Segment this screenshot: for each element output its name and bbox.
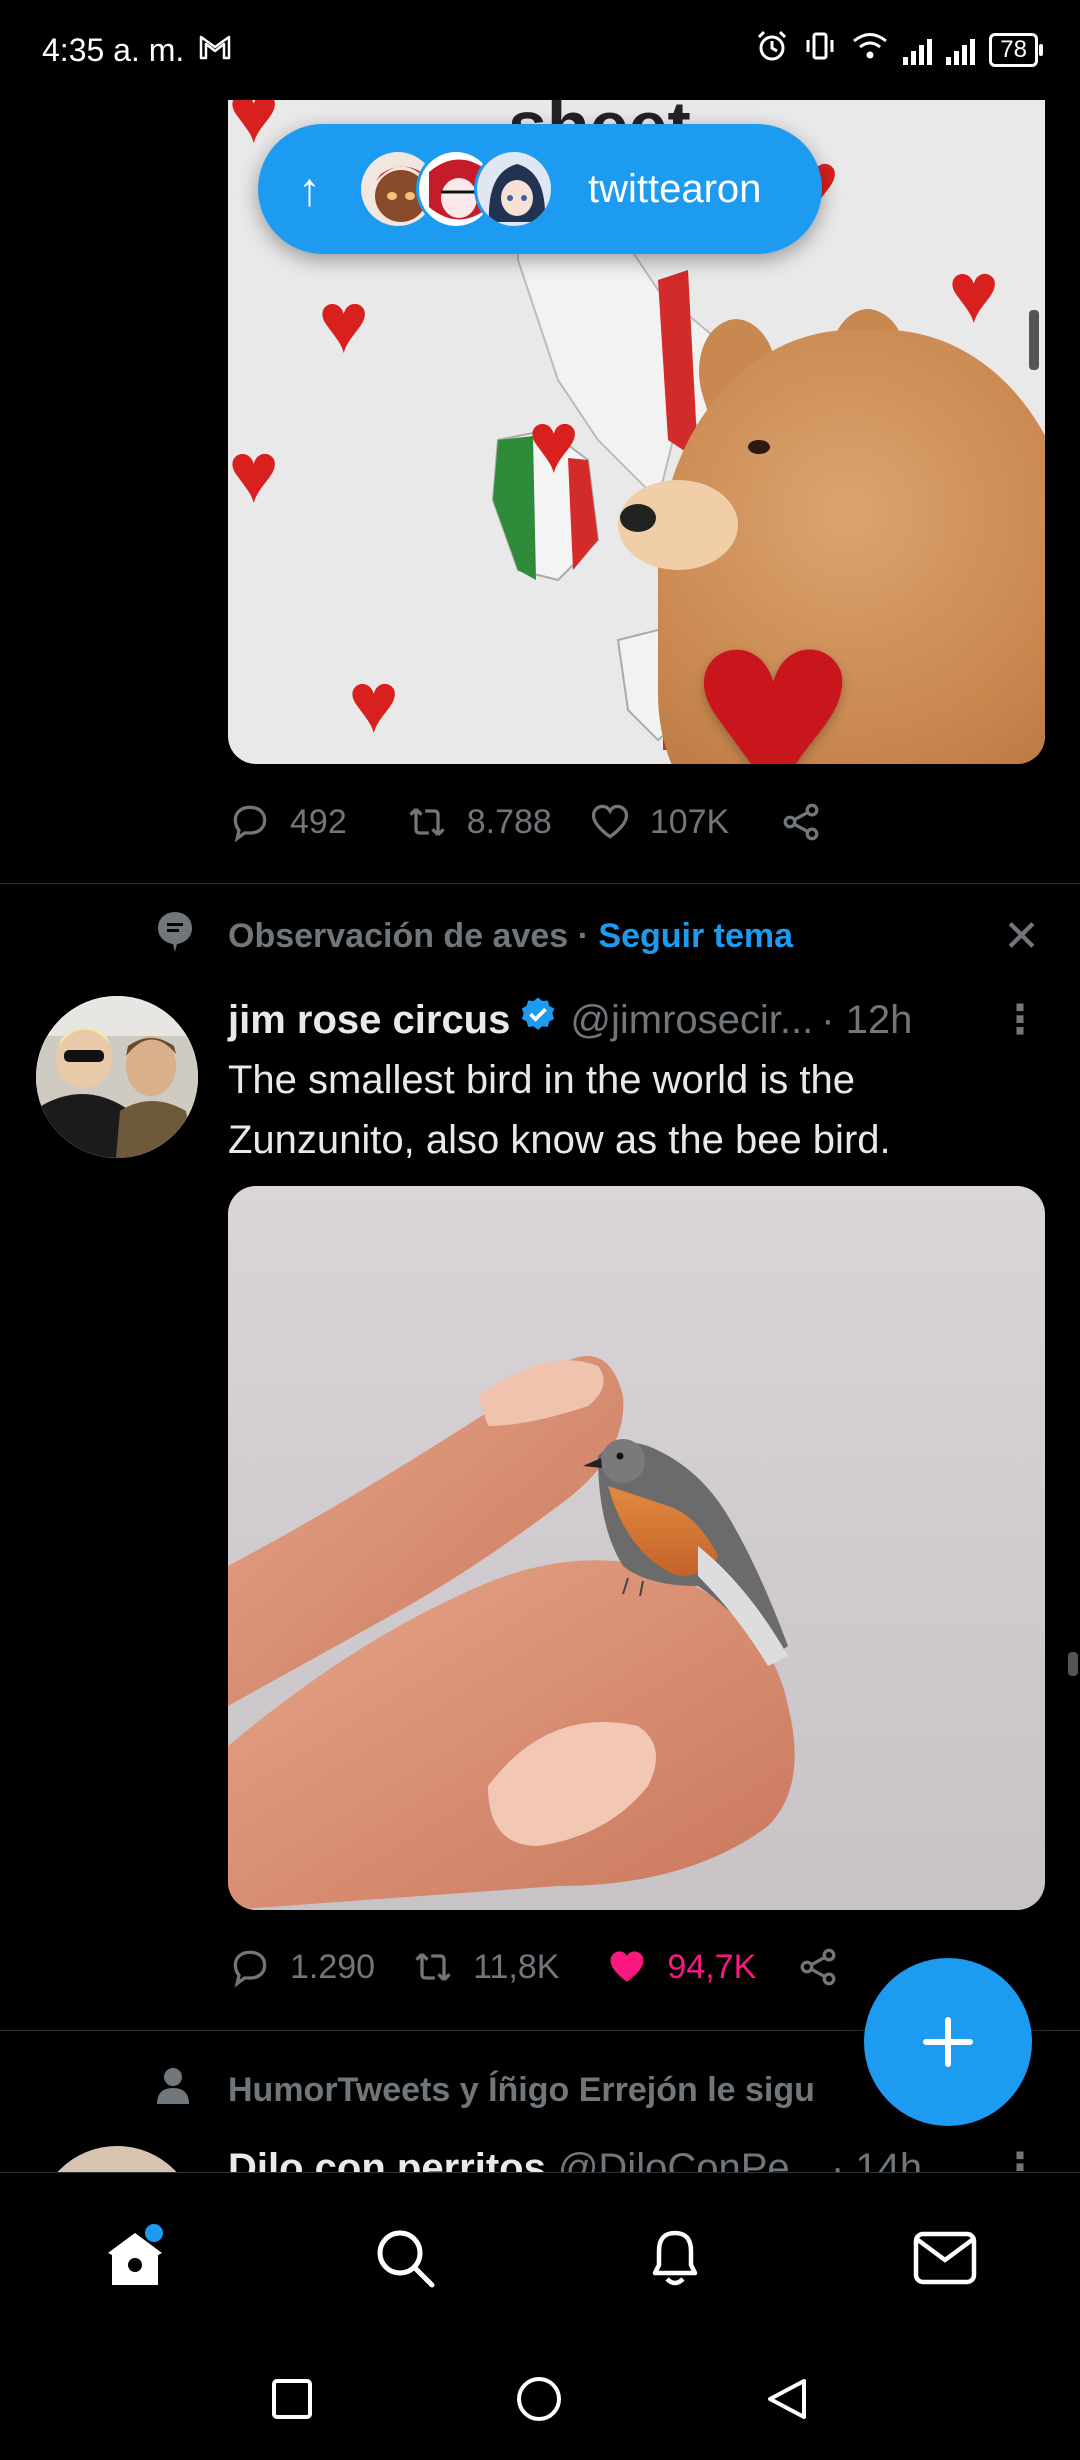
handle: @DiloConPe... [557, 2145, 823, 2173]
like-button[interactable]: 107K [588, 800, 729, 844]
follow-topic-button[interactable]: Seguir tema [598, 917, 793, 955]
circle-icon [517, 2376, 561, 2421]
heart-decoration: ♥ [528, 395, 580, 491]
system-navigation-bar [0, 2342, 1080, 2460]
retweet-icon [409, 807, 445, 837]
retweet-button[interactable]: 8.788 [405, 800, 552, 844]
nav-messages[interactable] [885, 2198, 1005, 2318]
heart-filled-icon [610, 1951, 644, 1982]
back-triangle-icon [768, 2378, 806, 2419]
tweet-header: Dilo con perritos @DiloConPe... · 14h ⋮ [228, 2140, 1040, 2173]
display-name[interactable]: Dilo con perritos [228, 2146, 546, 2173]
reply-icon [233, 805, 267, 843]
retweet-icon [415, 1952, 451, 1982]
notification-dot [145, 2223, 163, 2242]
tweet1-actions: 492 8.788 107K [228, 800, 928, 844]
topic-context-row: Observación de aves · Seguir tema ✕ [0, 906, 1080, 966]
reply-button[interactable]: 1.290 [228, 1945, 375, 1989]
tweet-header: jim rose circus @jimrosecir... · 12h ⋮ [228, 992, 1040, 1048]
reply-count: 492 [290, 802, 347, 841]
bell-icon [652, 2230, 698, 2285]
tweet2-actions: 1.290 11,8K 94,7K [228, 1945, 928, 1989]
share-icon [800, 1948, 836, 1986]
nav-home[interactable] [75, 2198, 195, 2318]
tweet-divider [0, 883, 1080, 884]
gmail-notification-icon [198, 32, 232, 69]
nav-notifications[interactable] [615, 2198, 735, 2318]
vibrate-icon [803, 29, 837, 71]
mail-icon [913, 2231, 977, 2284]
like-button[interactable]: 94,7K [605, 1945, 756, 1989]
search-icon [377, 2230, 435, 2287]
battery-indicator: 78 [989, 33, 1043, 67]
reply-button[interactable]: 492 [228, 800, 347, 844]
avatar[interactable] [36, 2146, 198, 2172]
share-button[interactable] [779, 800, 823, 844]
signal-icon-1 [903, 35, 933, 65]
tweet-image-bird[interactable] [228, 1186, 1045, 1910]
arrow-up-icon: ↑ [298, 163, 321, 215]
more-options-icon[interactable]: ⋮ [1000, 997, 1040, 1043]
retweet-count: 8.788 [466, 802, 552, 841]
heart-decoration: ♥ [228, 425, 280, 521]
share-button[interactable] [796, 1945, 840, 1989]
status-time: 4:35 a. m. [42, 31, 185, 68]
topic-separator: · [577, 916, 589, 955]
avatar [474, 149, 554, 229]
home-system-button[interactable] [514, 2374, 564, 2429]
reply-icon [233, 1950, 267, 1988]
timestamp: · 12h [821, 997, 913, 1042]
bottom-navigation [0, 2172, 1080, 2342]
person-icon [155, 2066, 191, 2115]
back-button[interactable] [764, 2375, 810, 2428]
handle: @jimrosecir... [570, 997, 814, 1042]
recents-button[interactable] [270, 2377, 314, 2426]
plus-icon [923, 2017, 973, 2067]
like-count: 107K [649, 802, 730, 841]
verified-badge-icon [518, 995, 558, 1045]
timestamp: · 14h [830, 2145, 923, 2173]
heart-decoration: ♥ [318, 275, 370, 371]
tweet-text: The smallest bird in the world is the Zu… [228, 1058, 891, 1162]
big-heart-decoration: ♥ [690, 554, 857, 764]
new-tweets-pill[interactable]: ↑ twittearon [258, 124, 822, 254]
nav-search[interactable] [345, 2198, 465, 2318]
heart-outline-icon [591, 804, 628, 839]
avatar[interactable] [36, 996, 198, 1158]
reply-count: 1.290 [290, 1947, 376, 1986]
retweet-count: 11,8K [473, 1947, 560, 1986]
signal-icon-2 [946, 35, 976, 65]
heart-decoration: ♥ [948, 245, 1000, 341]
close-icon[interactable]: ✕ [1003, 911, 1040, 962]
display-name[interactable]: jim rose circus [228, 998, 510, 1043]
timeline-feed[interactable]: sheet ♥ ♥ ♥ ♥ ♥ ♥ ♥ ♥ 492 [0, 100, 1080, 2172]
more-options-icon[interactable]: ⋮ [1000, 2145, 1040, 2172]
new-tweets-label: twittearon [588, 166, 762, 211]
social-context-text: HumorTweets y Íñigo Errejón le sigu [228, 2070, 815, 2109]
compose-tweet-button[interactable] [864, 1958, 1032, 2126]
retweet-button[interactable]: 11,8K [411, 1945, 559, 1989]
square-icon [272, 2378, 312, 2419]
topic-icon [155, 910, 195, 963]
like-count: 94,7K [667, 1947, 757, 1986]
heart-decoration: ♥ [348, 655, 400, 751]
pill-avatars [358, 149, 554, 229]
alarm-icon [755, 29, 789, 71]
wifi-icon [851, 30, 889, 70]
scrollbar[interactable] [1068, 1652, 1078, 1676]
status-bar: 4:35 a. m. 78 [0, 0, 1080, 100]
share-icon [783, 803, 819, 841]
topic-label: Observación de aves [228, 916, 569, 955]
